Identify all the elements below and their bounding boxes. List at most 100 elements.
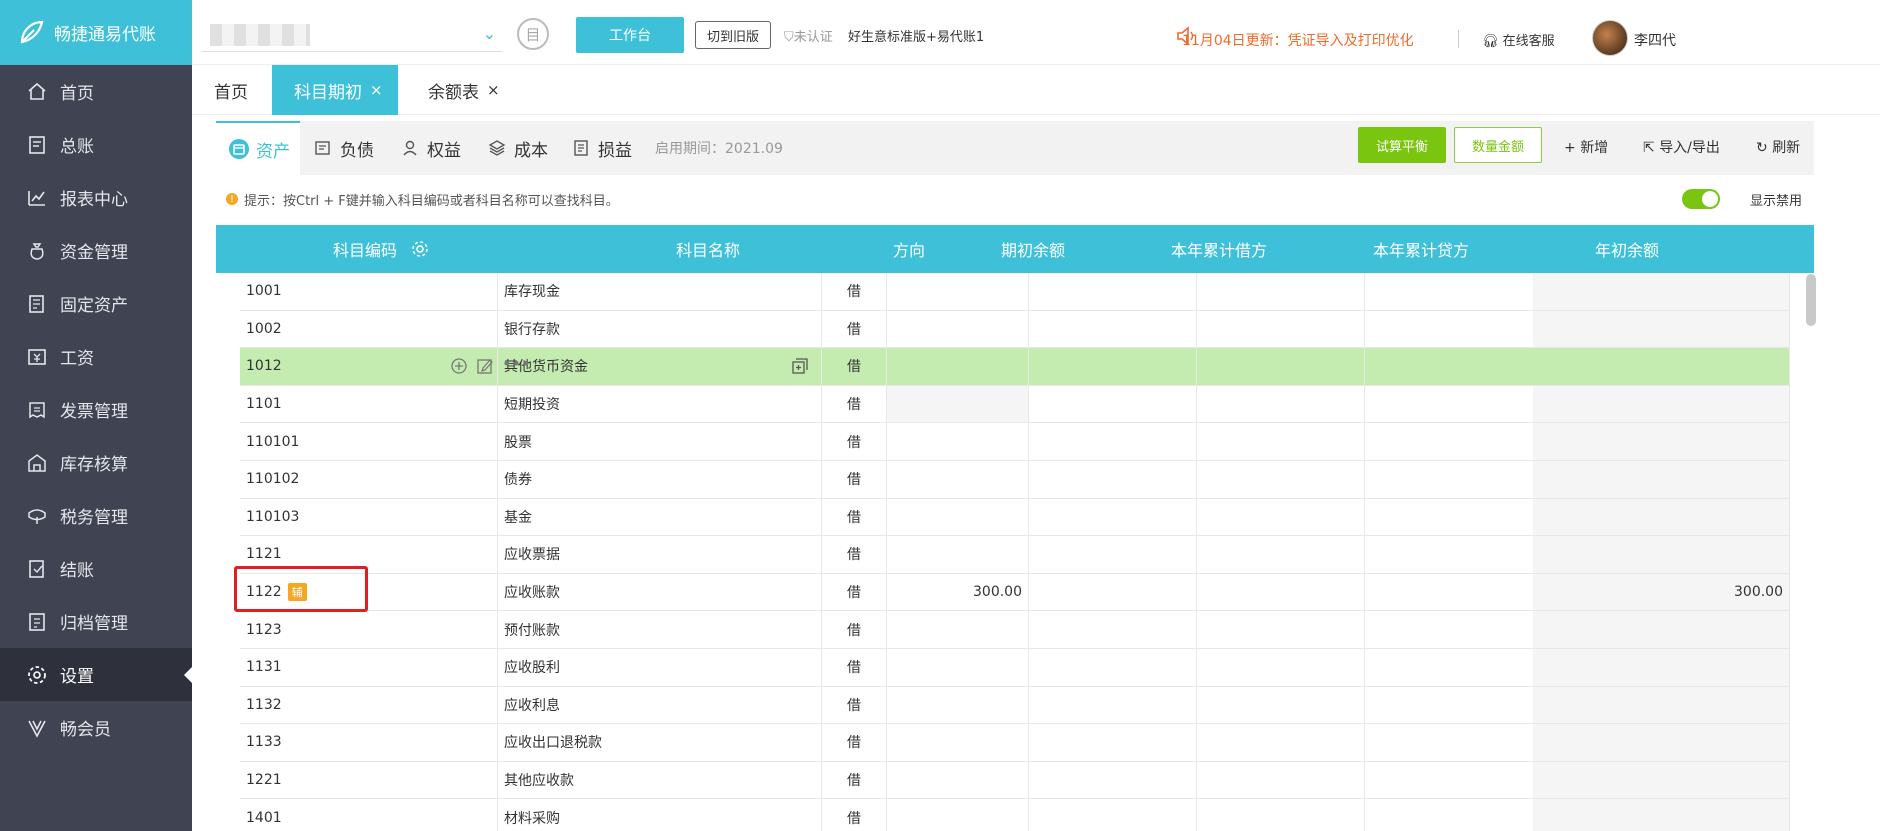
cell-credit[interactable] <box>1197 761 1365 799</box>
cell-credit[interactable] <box>1197 724 1365 761</box>
tab-profit-loss[interactable]: 损益 <box>570 121 632 175</box>
cell-opening[interactable]: 300.00 <box>887 573 1029 611</box>
cell-debit[interactable] <box>1029 273 1197 310</box>
add-circle-icon[interactable] <box>450 357 468 379</box>
tab-equity[interactable]: 权益 <box>399 121 461 175</box>
sidebar-item-11[interactable]: 设置 <box>0 648 192 701</box>
cell-credit[interactable] <box>1197 611 1365 648</box>
cell-credit[interactable] <box>1197 423 1365 460</box>
gear-icon[interactable] <box>411 240 429 258</box>
table-row[interactable]: 1122 辅应收账款借 300.00 300.00 <box>240 573 1790 612</box>
sidebar-item-8[interactable]: 税务管理 <box>0 489 192 542</box>
more-icon[interactable]: ••• <box>502 356 530 379</box>
cell-debit[interactable] <box>1029 649 1197 686</box>
online-support-link[interactable]: 🎧︎ 在线客服 <box>1482 30 1555 49</box>
cell-credit[interactable] <box>1197 573 1365 611</box>
brand-logo[interactable]: 畅捷通易代账 <box>0 0 192 65</box>
cell-year_open[interactable] <box>1365 799 1790 831</box>
table-row[interactable]: 1002 银行存款借 <box>240 310 1790 349</box>
copy-add-icon[interactable] <box>791 357 809 379</box>
cell-debit[interactable] <box>1029 385 1197 423</box>
cell-year_open[interactable] <box>1365 686 1790 724</box>
cell-debit[interactable] <box>1029 686 1197 724</box>
sidebar-item-5[interactable]: 工资 <box>0 330 192 383</box>
tab-liabilities[interactable]: 负债 <box>312 121 374 175</box>
table-row[interactable]: 1401 材料采购借 <box>240 799 1790 831</box>
tab-balance-sheet[interactable]: 余额表 × <box>428 65 500 115</box>
table-row[interactable]: 1133 应收出口退税款借 <box>240 724 1790 762</box>
close-icon[interactable]: × <box>487 81 500 99</box>
table-row[interactable]: 1012 其他货币资金借 ••• <box>240 348 1790 386</box>
close-icon[interactable]: × <box>370 81 383 99</box>
cell-credit[interactable] <box>1197 536 1365 573</box>
cell-opening[interactable] <box>887 498 1029 536</box>
table-row[interactable]: 1001 库存现金借 <box>240 273 1790 311</box>
cell-debit[interactable] <box>1029 310 1197 348</box>
cell-opening[interactable] <box>887 799 1029 831</box>
table-row[interactable]: 110101 股票借 <box>240 423 1790 461</box>
sidebar-item-0[interactable]: 首页 <box>0 65 192 118</box>
cell-year_open[interactable] <box>1365 348 1790 385</box>
workbench-button[interactable]: 工作台 <box>576 17 684 53</box>
cell-debit[interactable] <box>1029 536 1197 573</box>
avatar[interactable] <box>1592 20 1628 56</box>
cell-opening[interactable] <box>887 686 1029 724</box>
tab-home[interactable]: 首页 <box>214 65 248 115</box>
cell-year_open[interactable] <box>1365 649 1790 686</box>
table-row[interactable]: 1131 应收股利借 <box>240 649 1790 687</box>
cell-year_open[interactable] <box>1365 423 1790 460</box>
cell-opening[interactable] <box>887 423 1029 460</box>
cell-debit[interactable] <box>1029 461 1197 498</box>
cell-credit[interactable] <box>1197 385 1365 423</box>
cell-opening[interactable] <box>887 385 1029 423</box>
cell-year_open[interactable] <box>1365 498 1790 536</box>
cell-debit[interactable] <box>1029 573 1197 611</box>
quantity-amount-button[interactable]: 数量金额 <box>1454 127 1542 163</box>
cell-opening[interactable] <box>887 611 1029 648</box>
cell-debit[interactable] <box>1029 498 1197 536</box>
chevron-down-icon[interactable]: ⌄ <box>483 24 496 43</box>
table-row[interactable]: 110103 基金借 <box>240 498 1790 537</box>
table-row[interactable]: 1123 预付账款借 <box>240 611 1790 649</box>
table-row[interactable]: 1121 应收票据借 <box>240 536 1790 574</box>
sidebar-item-2[interactable]: 报表中心 <box>0 171 192 224</box>
cell-credit[interactable] <box>1197 348 1365 385</box>
cell-credit[interactable] <box>1197 649 1365 686</box>
update-notice-link[interactable]: 11月04日更新：凭证导入及打印优化 <box>1182 30 1414 50</box>
cell-opening[interactable] <box>887 461 1029 498</box>
cell-year_open[interactable] <box>1365 761 1790 799</box>
tab-cost[interactable]: 成本 <box>486 121 548 175</box>
cell-opening[interactable] <box>887 724 1029 761</box>
cell-credit[interactable] <box>1197 799 1365 831</box>
cell-debit[interactable] <box>1029 799 1197 831</box>
sidebar-item-4[interactable]: 固定资产 <box>0 277 192 330</box>
sidebar-item-1[interactable]: 总账 <box>0 118 192 171</box>
cell-debit[interactable] <box>1029 724 1197 761</box>
sidebar-item-3[interactable]: 资金管理 <box>0 224 192 277</box>
cell-credit[interactable] <box>1197 686 1365 724</box>
vertical-scrollbar[interactable] <box>1806 274 1816 326</box>
trial-balance-button[interactable]: 试算平衡 <box>1358 127 1446 163</box>
tab-account-opening[interactable]: 科目期初 × <box>272 65 398 115</box>
table-row[interactable]: 1132 应收利息借 <box>240 686 1790 725</box>
sidebar-item-10[interactable]: 归档管理 <box>0 595 192 648</box>
tab-assets[interactable]: 资产 <box>216 121 300 175</box>
switch-old-version-button[interactable]: 切到旧版 <box>695 21 771 49</box>
cell-year_open[interactable] <box>1365 385 1790 423</box>
cell-year_open[interactable] <box>1365 273 1790 310</box>
add-button[interactable]: + 新增 <box>1564 137 1608 157</box>
cell-debit[interactable] <box>1029 611 1197 648</box>
company-selector[interactable]: ⌄ <box>202 20 502 52</box>
sidebar-item-9[interactable]: 结账 <box>0 542 192 595</box>
cell-year_open[interactable] <box>1365 536 1790 573</box>
cell-debit[interactable] <box>1029 423 1197 460</box>
cell-opening[interactable] <box>887 273 1029 310</box>
cell-debit[interactable] <box>1029 348 1197 385</box>
calendar-icon[interactable]: 目 <box>517 18 549 50</box>
sidebar-item-7[interactable]: 库存核算 <box>0 436 192 489</box>
cell-opening[interactable] <box>887 649 1029 686</box>
cell-opening[interactable] <box>887 348 1029 385</box>
show-disabled-toggle[interactable] <box>1682 189 1720 209</box>
user-name[interactable]: 李四代 <box>1634 30 1676 50</box>
cell-year_open[interactable] <box>1365 461 1790 498</box>
